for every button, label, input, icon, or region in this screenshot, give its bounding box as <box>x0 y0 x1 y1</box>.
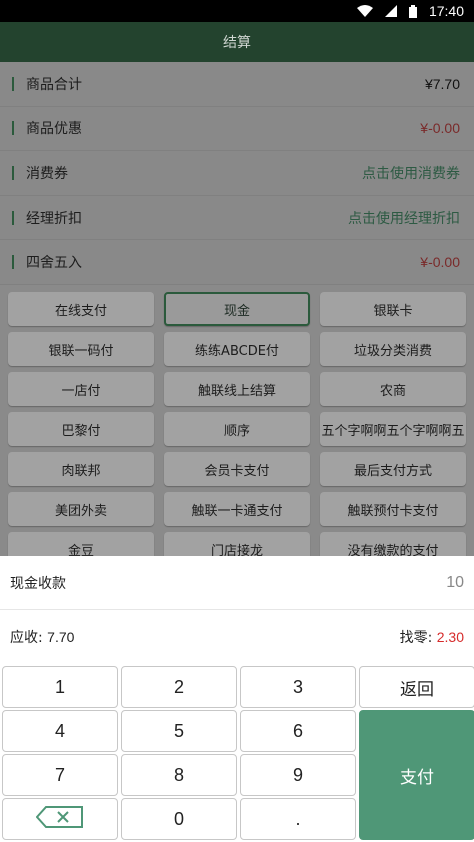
payment-cash-button[interactable]: 现金 <box>164 292 310 326</box>
payment-jindou-button[interactable]: 金豆 <box>8 532 154 556</box>
summary-row-goods-total: 商品合计 ¥7.70 <box>0 62 474 107</box>
pay-button[interactable]: 支付 <box>359 710 474 840</box>
key-3[interactable]: 3 <box>240 666 356 708</box>
backspace-icon <box>35 805 84 833</box>
key-1[interactable]: 1 <box>2 666 118 708</box>
use-coupon-link[interactable]: 点击使用消费券 <box>362 163 460 183</box>
order-summary: 商品合计 ¥7.70 商品优惠 ¥-0.00 消费券 点击使用消费券 经理折扣 … <box>0 62 474 285</box>
key-4[interactable]: 4 <box>2 710 118 752</box>
page-title-bar: 结算 <box>0 22 474 62</box>
summary-value: ¥-0.00 <box>420 254 460 271</box>
payment-unionpay-card-button[interactable]: 银联卡 <box>320 292 466 326</box>
wifi-icon <box>356 5 373 17</box>
cash-received-input[interactable]: 10 <box>446 574 464 592</box>
row-marker <box>12 255 14 270</box>
payment-member-card-button[interactable]: 会员卡支付 <box>164 452 310 486</box>
use-manager-discount-link[interactable]: 点击使用经理折扣 <box>348 208 460 228</box>
summary-label: 消费券 <box>26 165 68 182</box>
battery-icon <box>408 4 417 18</box>
payment-long-name-button[interactable]: 五个字啊啊五个字啊啊五 <box>320 412 466 446</box>
cash-received-row[interactable]: 现金收款 10 <box>0 556 474 610</box>
payment-prepaid-card-button[interactable]: 触联预付卡支付 <box>320 492 466 526</box>
summary-label: 经理折扣 <box>26 210 82 227</box>
cash-payment-sheet: 现金收款 10 应收: 7.70 找零: 2.30 1 2 3 返回 4 5 6… <box>0 556 474 842</box>
payment-order-button[interactable]: 顺序 <box>164 412 310 446</box>
page-title: 结算 <box>223 35 251 51</box>
key-9[interactable]: 9 <box>240 754 356 796</box>
back-button[interactable]: 返回 <box>359 666 474 708</box>
status-bar: 17:40 <box>0 0 474 22</box>
row-marker <box>12 121 14 136</box>
payment-unionpay-qr-button[interactable]: 银联一码付 <box>8 332 154 366</box>
payment-no-deposit-button[interactable]: 没有缴款的支付 <box>320 532 466 556</box>
change-value: 2.30 <box>436 629 464 645</box>
summary-row-coupon[interactable]: 消费券 点击使用消费券 <box>0 151 474 196</box>
summary-label: 商品合计 <box>26 76 82 93</box>
payment-meituan-button[interactable]: 美团外卖 <box>8 492 154 526</box>
cash-received-label: 现金收款 <box>10 575 66 592</box>
key-7[interactable]: 7 <box>2 754 118 796</box>
key-8[interactable]: 8 <box>121 754 237 796</box>
payment-roulianbang-button[interactable]: 肉联邦 <box>8 452 154 486</box>
payment-last-method-button[interactable]: 最后支付方式 <box>320 452 466 486</box>
payment-method-grid: 在线支付 现金 银联卡 银联一码付 练练ABCDE付 垃圾分类消费 一店付 触联… <box>0 286 474 556</box>
row-marker <box>12 165 14 180</box>
summary-value: ¥7.70 <box>424 75 460 92</box>
payment-yidianfu-button[interactable]: 一店付 <box>8 372 154 406</box>
key-5[interactable]: 5 <box>121 710 237 752</box>
change-amount: 找零: 2.30 <box>400 627 464 647</box>
key-6[interactable]: 6 <box>240 710 356 752</box>
payment-rural-bank-button[interactable]: 农商 <box>320 372 466 406</box>
payment-online-button[interactable]: 在线支付 <box>8 292 154 326</box>
payment-one-card-button[interactable]: 触联一卡通支付 <box>164 492 310 526</box>
backspace-button[interactable] <box>2 798 118 840</box>
payment-lianlian-button[interactable]: 练练ABCDE付 <box>164 332 310 366</box>
status-time: 17:40 <box>428 3 464 19</box>
due-change-row: 应收: 7.70 找零: 2.30 <box>0 610 474 664</box>
numeric-keypad: 1 2 3 返回 4 5 6 7 8 9 0 . 支付 <box>0 666 474 842</box>
key-decimal[interactable]: . <box>240 798 356 840</box>
amount-due-label: 应收: <box>10 630 43 646</box>
row-marker <box>12 76 14 91</box>
summary-label: 四舍五入 <box>26 255 82 272</box>
summary-row-goods-discount: 商品优惠 ¥-0.00 <box>0 107 474 152</box>
amount-due-value: 7.70 <box>47 629 75 645</box>
summary-row-manager-discount[interactable]: 经理折扣 点击使用经理折扣 <box>0 196 474 241</box>
payment-paris-button[interactable]: 巴黎付 <box>8 412 154 446</box>
summary-row-rounding: 四舍五入 ¥-0.00 <box>0 240 474 285</box>
key-0[interactable]: 0 <box>121 798 237 840</box>
row-marker <box>12 210 14 225</box>
key-2[interactable]: 2 <box>121 666 237 708</box>
payment-online-settle-button[interactable]: 触联线上结算 <box>164 372 310 406</box>
amount-due: 应收: 7.70 <box>10 627 74 647</box>
signal-icon <box>384 5 397 17</box>
summary-label: 商品优惠 <box>26 121 82 138</box>
summary-value: ¥-0.00 <box>420 120 460 137</box>
payment-store-relay-button[interactable]: 门店接龙 <box>164 532 310 556</box>
change-label: 找零: <box>399 630 433 646</box>
payment-garbage-sorting-button[interactable]: 垃圾分类消费 <box>320 332 466 366</box>
